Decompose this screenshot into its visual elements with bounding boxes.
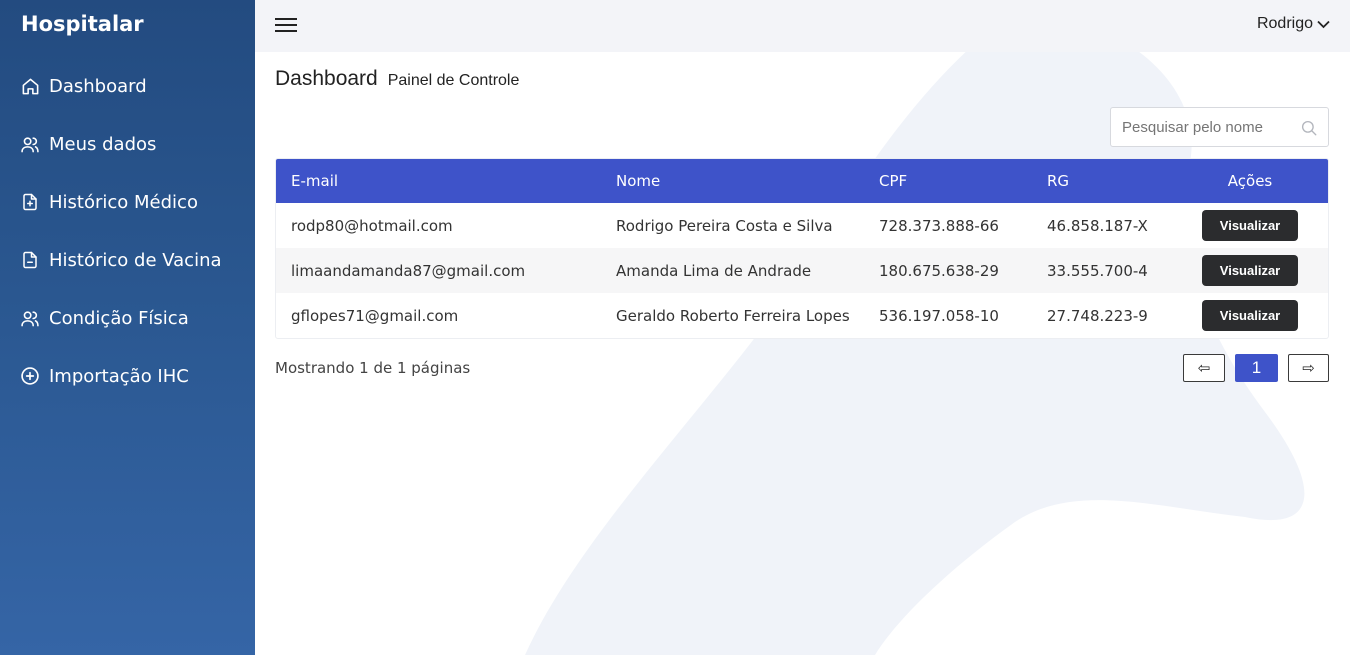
search-box <box>1110 107 1329 147</box>
search-icon[interactable] <box>1300 119 1318 141</box>
plus-circle-icon <box>20 366 40 386</box>
cell-nome: Rodrigo Pereira Costa e Silva <box>616 216 833 235</box>
brand-logo[interactable]: Hospitalar <box>21 12 144 36</box>
cell-nome: Geraldo Roberto Ferreira Lopes <box>616 306 850 325</box>
chevron-down-icon <box>1317 20 1330 28</box>
pagination-info: Mostrando 1 de 1 páginas <box>275 359 471 377</box>
visualizar-button[interactable]: Visualizar <box>1202 210 1298 241</box>
sidebar-item-dashboard[interactable]: Dashboard <box>0 57 255 115</box>
table-header-row: E-mail Nome CPF RG Ações <box>276 159 1328 203</box>
column-header-email[interactable]: E-mail <box>276 159 601 203</box>
sidebar-item-meus-dados[interactable]: Meus dados <box>0 115 255 173</box>
sidebar-item-label: Dashboard <box>49 75 147 97</box>
user-menu[interactable]: Rodrigo <box>1257 15 1330 33</box>
cell-acoes: Visualizar <box>1172 293 1328 338</box>
users-icon <box>20 308 40 328</box>
cell-acoes: Visualizar <box>1172 248 1328 293</box>
sidebar-item-importacao-ihc[interactable]: Importação IHC <box>0 347 255 405</box>
sidebar-item-historico-medico[interactable]: Histórico Médico <box>0 173 255 231</box>
home-icon <box>20 76 40 96</box>
page-number-current[interactable]: 1 <box>1235 354 1278 382</box>
table-row: limaandamanda87@gmail.com Amanda Lima de… <box>276 248 1328 293</box>
main-content: Dashboard Painel de Controle E-mail Nome… <box>255 52 1350 655</box>
arrow-left-icon: ⇦ <box>1197 359 1211 377</box>
sidebar: Hospitalar Dashboard Meus dados Históric… <box>0 0 255 655</box>
pagination-bar: Mostrando 1 de 1 páginas ⇦ 1 ⇨ <box>275 354 1329 382</box>
next-page-button[interactable]: ⇨ <box>1288 354 1329 382</box>
column-header-acoes: Ações <box>1227 172 1273 190</box>
page-subtitle: Painel de Controle <box>387 72 520 89</box>
sidebar-item-label: Meus dados <box>49 133 157 155</box>
cell-acoes: Visualizar <box>1172 203 1328 248</box>
cell-rg: 27.748.223-9 <box>1047 306 1148 325</box>
topbar: Rodrigo <box>255 0 1350 52</box>
cell-email: limaandamanda87@gmail.com <box>291 261 526 280</box>
cell-rg: 46.858.187-X <box>1047 216 1148 235</box>
user-name: Rodrigo <box>1256 15 1313 32</box>
table-row: gflopes71@gmail.com Geraldo Roberto Ferr… <box>276 293 1328 338</box>
arrow-right-icon: ⇨ <box>1302 359 1315 377</box>
file-icon <box>20 250 40 270</box>
cell-email: rodp80@hotmail.com <box>291 216 453 235</box>
sidebar-item-label: Condição Física <box>49 307 189 329</box>
table-row: rodp80@hotmail.com Rodrigo Pereira Costa… <box>276 203 1328 248</box>
sidebar-item-label: Histórico Médico <box>49 191 198 213</box>
sidebar-nav: Dashboard Meus dados Histórico Médico Hi… <box>0 57 255 405</box>
page-title: Dashboard <box>275 67 378 90</box>
cell-email: gflopes71@gmail.com <box>291 306 459 325</box>
sidebar-item-condicao-fisica[interactable]: Condição Física <box>0 289 255 347</box>
hamburger-menu-icon[interactable] <box>275 16 297 34</box>
column-header-cpf[interactable]: CPF <box>864 159 1032 203</box>
previous-page-button[interactable]: ⇦ <box>1183 354 1225 382</box>
pagination: ⇦ 1 ⇨ <box>1183 354 1329 382</box>
users-table: E-mail Nome CPF RG Ações rodp80@hotmail.… <box>275 158 1329 339</box>
visualizar-button[interactable]: Visualizar <box>1202 300 1298 331</box>
visualizar-button[interactable]: Visualizar <box>1202 255 1298 286</box>
cell-nome: Amanda Lima de Andrade <box>616 261 812 280</box>
column-header-rg[interactable]: RG <box>1032 159 1172 203</box>
column-header-nome[interactable]: Nome <box>601 159 864 203</box>
users-icon <box>20 134 40 154</box>
cell-rg: 33.555.700-4 <box>1047 261 1148 280</box>
file-plus-icon <box>20 192 40 212</box>
sidebar-item-label: Histórico de Vacina <box>49 249 222 271</box>
cell-cpf: 536.197.058-10 <box>879 306 999 325</box>
page-header: Dashboard Painel de Controle <box>275 67 519 91</box>
sidebar-item-label: Importação IHC <box>49 365 189 387</box>
cell-cpf: 728.373.888-66 <box>879 216 999 235</box>
sidebar-item-historico-vacina[interactable]: Histórico de Vacina <box>0 231 255 289</box>
cell-cpf: 180.675.638-29 <box>879 261 999 280</box>
search-input[interactable] <box>1122 118 1302 136</box>
